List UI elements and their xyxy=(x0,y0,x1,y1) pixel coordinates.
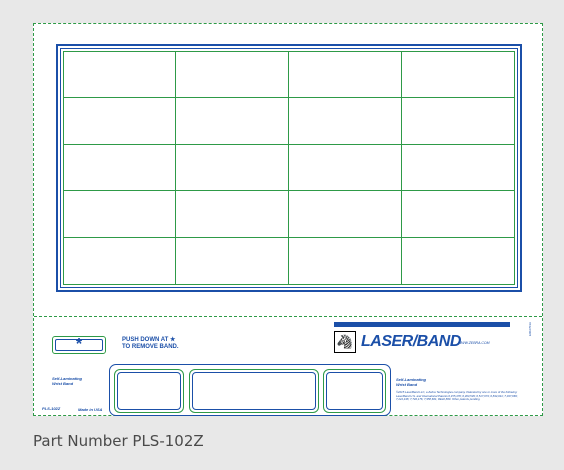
brand-bar xyxy=(334,322,510,327)
asterisk-icon: * xyxy=(75,336,83,353)
right-band-label: Self-Laminating Wrist Band xyxy=(396,377,426,387)
label-cell xyxy=(289,97,402,145)
label-cell xyxy=(289,144,402,192)
wristband-panel-right-inner xyxy=(326,372,383,410)
label-cell xyxy=(176,51,289,98)
label-cell xyxy=(289,238,402,285)
label-cell xyxy=(63,144,176,192)
label-cell xyxy=(289,51,402,98)
left-band-label: Self-Laminating Wrist Band xyxy=(52,376,82,386)
label-cell xyxy=(176,97,289,145)
label-cell xyxy=(176,238,289,285)
left-band-label-line-2: Wrist Band xyxy=(52,381,74,386)
vertical-code: E002703A xyxy=(528,322,532,337)
label-grid xyxy=(63,51,515,285)
push-instructions-line-2: TO REMOVE BAND. xyxy=(122,344,179,350)
wristband-panel-center-inner xyxy=(192,372,316,410)
wristband-panel-right xyxy=(323,369,386,413)
label-cell xyxy=(402,97,515,145)
zebra-logo-icon: 🦓 xyxy=(334,331,356,353)
label-sheet: * PUSH DOWN AT ★ TO REMOVE BAND. 🦓 LASER… xyxy=(33,23,543,416)
made-in-text: Made in USA xyxy=(78,407,103,412)
label-cell xyxy=(63,51,176,98)
push-star-button[interactable]: * xyxy=(52,336,106,354)
label-cell xyxy=(176,144,289,192)
label-cell xyxy=(63,97,176,145)
part-code-small: PLS-102Z xyxy=(42,406,61,411)
label-cell xyxy=(402,238,515,285)
wristband-panel-left xyxy=(114,369,184,413)
label-cell xyxy=(402,191,515,239)
part-number-caption: Part Number PLS-102Z xyxy=(33,432,204,450)
legal-text: ©2015 LaserBand LLC, a Zebra Technologie… xyxy=(396,390,518,402)
website-text: WWW.ZEBRA.COM xyxy=(458,341,490,345)
label-cell xyxy=(402,144,515,192)
perforation-line xyxy=(34,316,542,317)
label-area xyxy=(56,44,522,292)
wristband-panel-left-inner xyxy=(117,372,181,410)
label-cell xyxy=(402,51,515,98)
wristband-panel-center xyxy=(189,369,319,413)
label-cell xyxy=(176,191,289,239)
label-cell xyxy=(289,191,402,239)
laserband-logo: LASER/BAND xyxy=(361,333,461,350)
label-cell xyxy=(63,238,176,285)
right-band-label-line-2: Wrist Band xyxy=(396,382,418,387)
label-cell xyxy=(63,191,176,239)
push-instructions: PUSH DOWN AT ★ TO REMOVE BAND. xyxy=(122,337,179,351)
push-instructions-line-1: PUSH DOWN AT ★ xyxy=(122,337,176,343)
